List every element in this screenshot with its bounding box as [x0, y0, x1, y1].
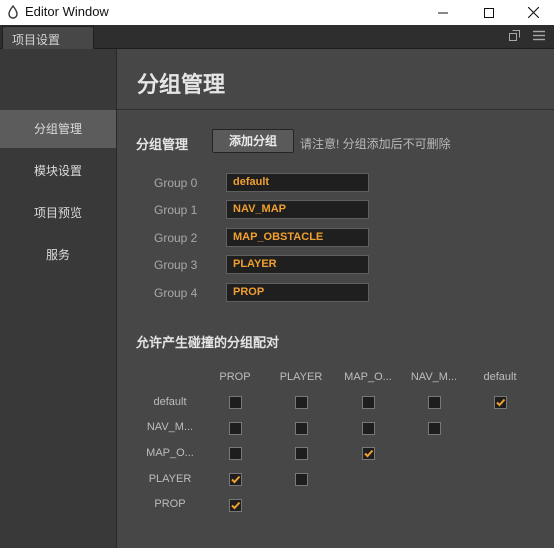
collision-checkbox[interactable]: [229, 473, 242, 486]
group-name-field[interactable]: PROP: [226, 283, 369, 302]
sidebar: 分组管理 模块设置 项目预览 服务: [0, 49, 117, 548]
checkmark-icon: [231, 475, 241, 484]
collision-checkbox[interactable]: [295, 473, 308, 486]
add-group-hint: 请注意! 分组添加后不可删除: [300, 137, 451, 151]
group-label: Group 3: [154, 258, 198, 272]
collision-col-header: PROP: [219, 371, 251, 383]
app-drop-icon: [8, 5, 18, 19]
maximize-icon: [484, 7, 494, 18]
maximize-button[interactable]: [466, 0, 512, 25]
collision-checkbox[interactable]: [494, 396, 507, 409]
checkmark-icon: [496, 398, 506, 407]
sidebar-item-group-management[interactable]: 分组管理: [0, 110, 116, 148]
window-title: Editor Window: [25, 4, 109, 19]
collision-col-header: MAP_O...: [344, 371, 392, 383]
title-divider: [117, 109, 554, 110]
collision-row-header: PLAYER: [148, 473, 192, 485]
collision-checkbox[interactable]: [428, 422, 441, 435]
collision-checkbox[interactable]: [229, 422, 242, 435]
collision-col-header: NAV_M...: [410, 371, 458, 383]
tab-project-settings[interactable]: 项目设置: [2, 26, 94, 49]
collision-section-title: 允许产生碰撞的分组配对: [136, 335, 280, 350]
add-group-button[interactable]: 添加分组: [212, 129, 294, 153]
sidebar-item-project-preview[interactable]: 项目预览: [0, 194, 116, 232]
collision-checkbox[interactable]: [229, 447, 242, 460]
minimize-icon: [438, 12, 448, 13]
groups-section-title: 分组管理: [136, 137, 189, 152]
group-name-field[interactable]: PLAYER: [226, 255, 369, 274]
group-label: Group 0: [154, 176, 198, 190]
collision-checkbox[interactable]: [428, 396, 441, 409]
sidebar-item-module-settings[interactable]: 模块设置: [0, 152, 116, 190]
close-button[interactable]: [510, 0, 554, 25]
tab-label: 项目设置: [12, 33, 61, 47]
checkmark-icon: [364, 449, 374, 458]
collision-row-header: PROP: [154, 498, 186, 510]
group-label: Group 1: [154, 203, 198, 217]
window-titlebar: Editor Window: [0, 0, 554, 25]
group-label: Group 4: [154, 286, 198, 300]
collision-col-header: default: [483, 371, 517, 383]
checkmark-icon: [231, 501, 241, 510]
collision-checkbox[interactable]: [295, 396, 308, 409]
group-name-field[interactable]: NAV_MAP: [226, 200, 369, 219]
collision-row-header: default: [153, 396, 187, 408]
collision-checkbox[interactable]: [295, 422, 308, 435]
menu-icon[interactable]: [533, 30, 545, 41]
main-panel: 分组管理 分组管理 添加分组 请注意! 分组添加后不可删除 Group 0 de…: [117, 49, 554, 548]
collision-checkbox[interactable]: [229, 396, 242, 409]
collision-row-header: MAP_O...: [146, 447, 194, 459]
tab-strip: 项目设置: [0, 25, 554, 49]
group-name-field[interactable]: default: [226, 173, 369, 192]
group-label: Group 2: [154, 231, 198, 245]
collision-col-header: PLAYER: [279, 371, 323, 383]
minimize-button[interactable]: [420, 0, 466, 25]
collision-checkbox[interactable]: [229, 499, 242, 512]
collision-checkbox[interactable]: [295, 447, 308, 460]
sidebar-item-services[interactable]: 服务: [0, 236, 116, 274]
collision-checkbox[interactable]: [362, 422, 375, 435]
popout-icon[interactable]: [509, 30, 520, 41]
group-name-field[interactable]: MAP_OBSTACLE: [226, 228, 369, 247]
collision-checkbox[interactable]: [362, 447, 375, 460]
page-title: 分组管理: [137, 72, 226, 97]
collision-checkbox[interactable]: [362, 396, 375, 409]
collision-row-header: NAV_M...: [146, 421, 194, 433]
close-icon: [527, 7, 539, 18]
